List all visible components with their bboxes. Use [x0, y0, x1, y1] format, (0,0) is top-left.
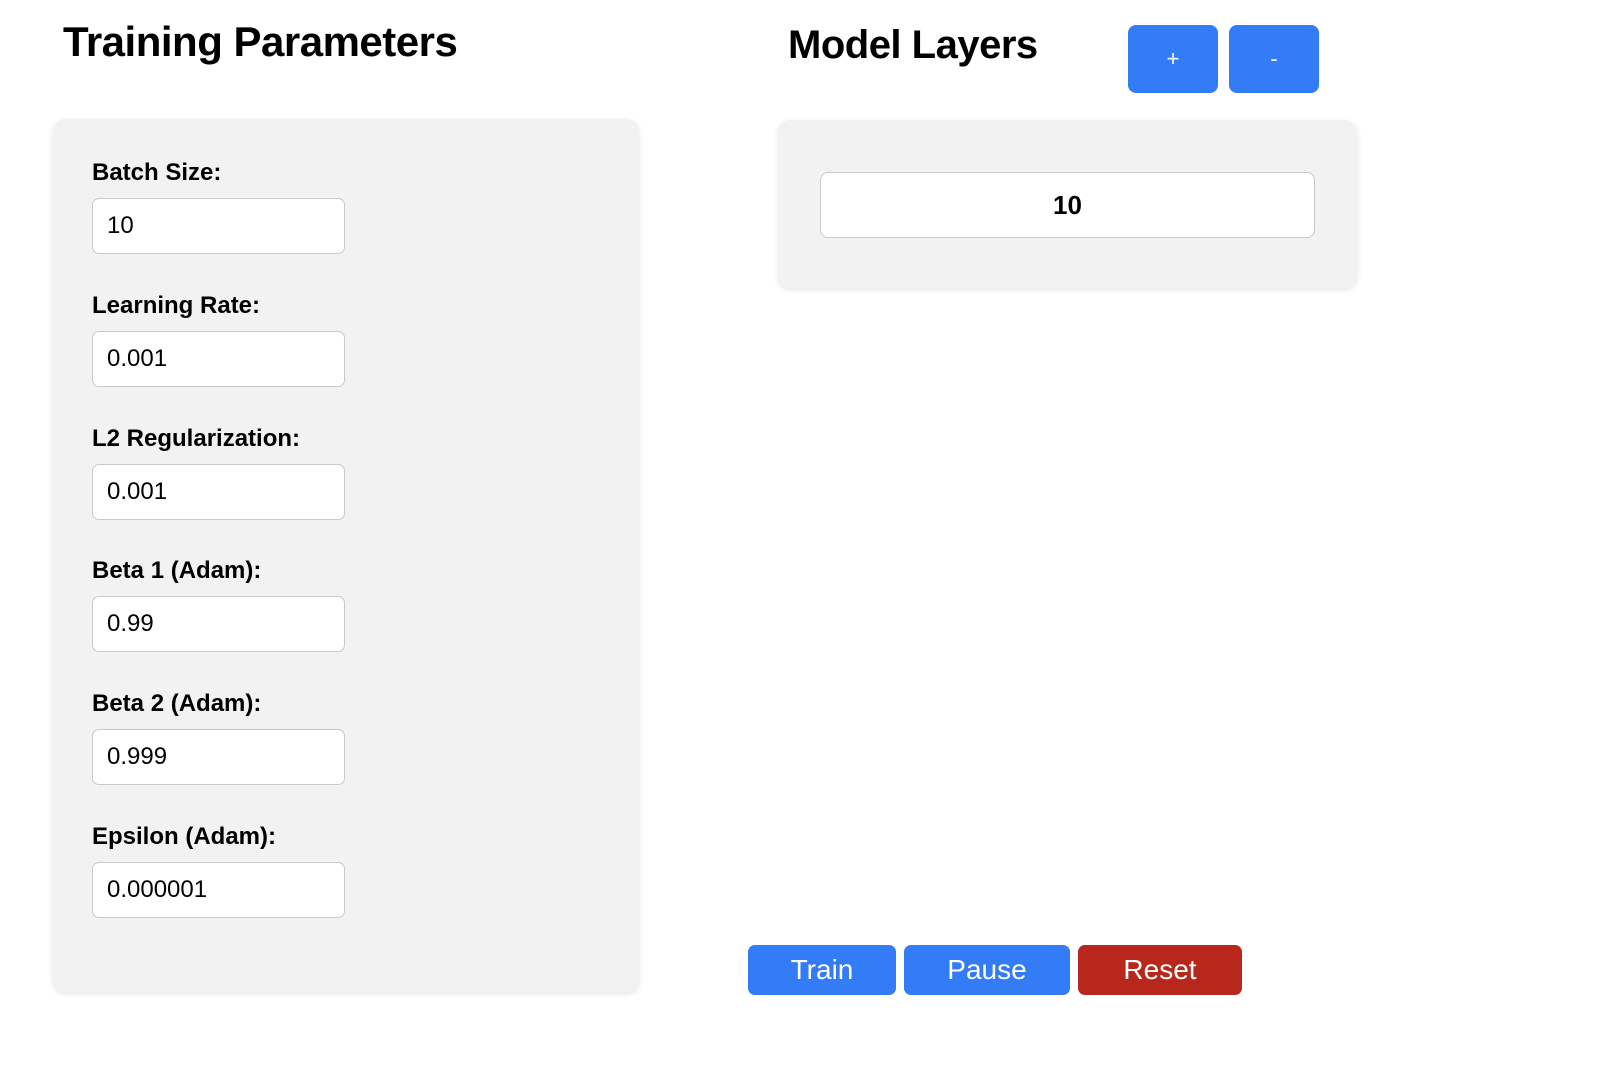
field-label-learning-rate: Learning Rate:	[92, 292, 261, 319]
training-parameters-panel: Batch Size: Learning Rate: L2 Regulariza…	[53, 119, 639, 992]
pause-button[interactable]: Pause	[904, 945, 1070, 995]
beta-2-input[interactable]	[92, 729, 345, 785]
remove-layer-button[interactable]: -	[1229, 25, 1319, 93]
training-parameters-title: Training Parameters	[63, 18, 458, 65]
train-button[interactable]: Train	[748, 945, 896, 995]
beta-1-input[interactable]	[92, 596, 345, 652]
field-label-beta-2: Beta 2 (Adam):	[92, 690, 262, 717]
field-label-beta-1: Beta 1 (Adam):	[92, 557, 262, 584]
field-batch-size: Batch Size:	[92, 161, 345, 254]
field-beta-2: Beta 2 (Adam):	[92, 692, 345, 785]
field-beta-1: Beta 1 (Adam):	[92, 559, 345, 652]
batch-size-input[interactable]	[92, 198, 345, 254]
learning-rate-input[interactable]	[92, 331, 345, 387]
reset-button[interactable]: Reset	[1078, 945, 1242, 995]
add-layer-button[interactable]: +	[1128, 25, 1218, 93]
field-l2-regularization: L2 Regularization:	[92, 427, 345, 520]
field-label-batch-size: Batch Size:	[92, 159, 222, 186]
field-label-epsilon: Epsilon (Adam):	[92, 823, 276, 850]
field-epsilon: Epsilon (Adam):	[92, 825, 345, 918]
layer-item[interactable]: 10	[820, 172, 1315, 238]
model-layers-title: Model Layers	[788, 23, 1038, 67]
model-layers-panel: 10	[778, 120, 1357, 288]
field-learning-rate: Learning Rate:	[92, 294, 345, 387]
epsilon-input[interactable]	[92, 862, 345, 918]
field-label-l2-regularization: L2 Regularization:	[92, 425, 301, 452]
layer-item-value: 10	[1053, 189, 1082, 220]
l2-regularization-input[interactable]	[92, 464, 345, 520]
